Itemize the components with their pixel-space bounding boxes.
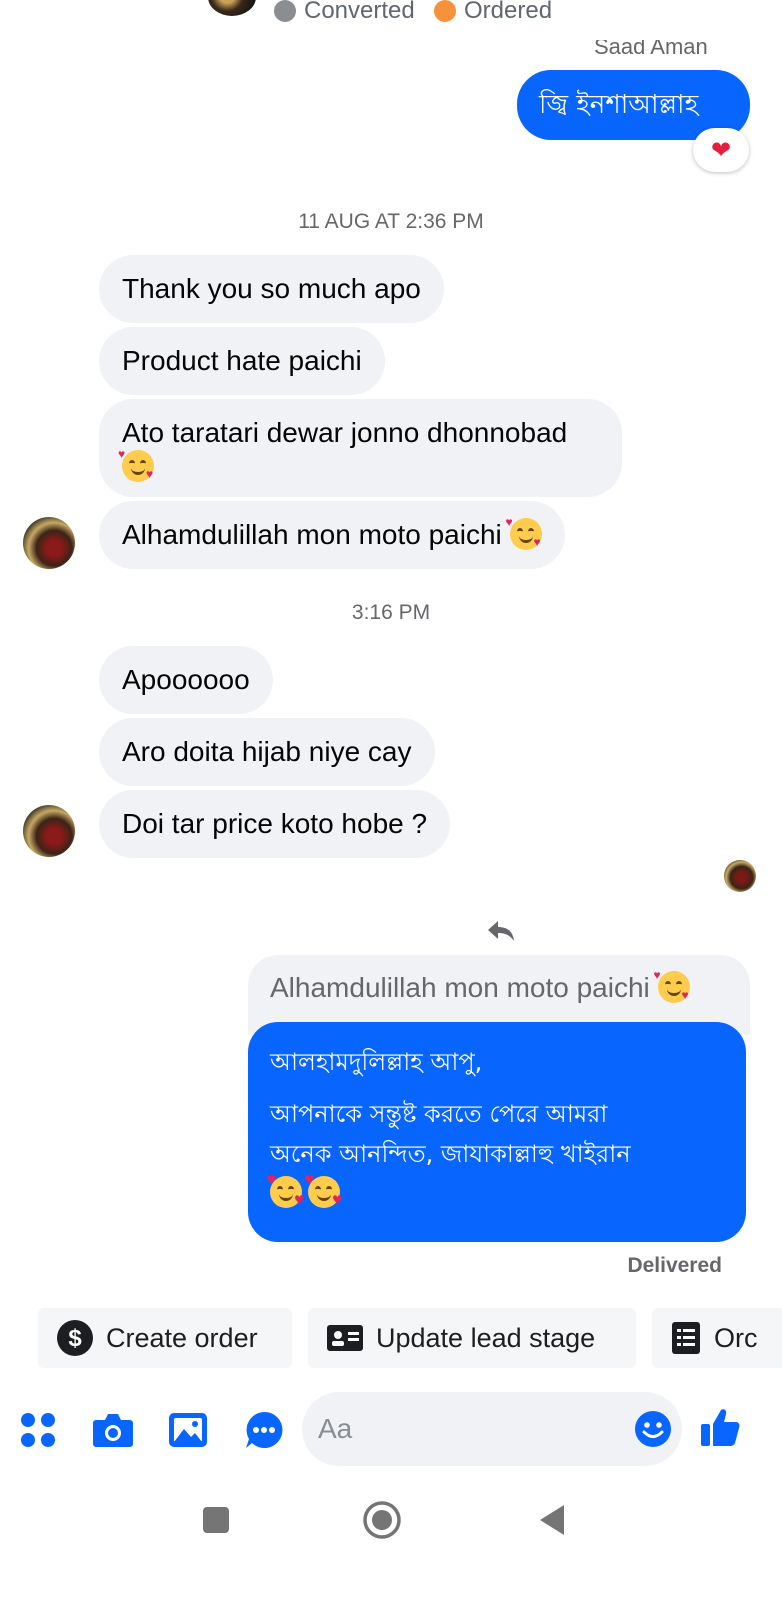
message-incoming[interactable]: Aro doita hijab niye cay: [99, 718, 435, 786]
sender-avatar[interactable]: [23, 517, 75, 569]
smiling-hearts-emoji-icon: ♥ ♥: [653, 968, 690, 1003]
message-outgoing-reply[interactable]: আলহামদুলিল্লাহ আপু, আপনাকে সন্তুষ্ট করতে…: [248, 1022, 746, 1242]
message-incoming[interactable]: Doi tar price koto hobe ?: [99, 790, 451, 858]
message-text: Apoooooo: [122, 664, 250, 695]
update-lead-stage-button[interactable]: Update lead stage: [308, 1308, 636, 1368]
recent-apps-button[interactable]: [196, 1500, 236, 1540]
heart-reaction-icon[interactable]: ❤: [693, 128, 749, 172]
reply-line: আপনাকে সন্তুষ্ট করতে পেরে আমরা: [270, 1100, 608, 1128]
sender-avatar[interactable]: [23, 805, 75, 857]
reply-line: আলহামদুলিল্লাহ আপু,: [270, 1048, 483, 1076]
reaction-glyph: ❤: [710, 136, 732, 164]
smiling-hearts-emoji-icon: ♥ ♥: [266, 1173, 305, 1208]
sender-name-text: Saad Aman: [594, 40, 708, 59]
menu-dots-icon[interactable]: [16, 1408, 60, 1452]
message-text: Thank you so much apo: [122, 273, 421, 304]
message-incoming[interactable]: Product hate paichi: [99, 327, 385, 395]
like-thumbs-up-icon[interactable]: [698, 1405, 742, 1449]
message-text: Ato taratari dewar jonno dhonnobad: [122, 417, 568, 448]
reply-arrow-icon: [488, 921, 514, 941]
emoji-picker-icon[interactable]: [631, 1407, 675, 1451]
svg-text:$: $: [68, 1325, 82, 1352]
smiling-hearts-emoji-icon: ♥ ♥: [505, 515, 542, 550]
reply-line: অনেক আনন্দিত, জাযাকাল্লাহু খাইরান: [270, 1140, 631, 1168]
create-order-button[interactable]: $ Create order: [38, 1308, 292, 1368]
orders-label: Orc: [714, 1322, 758, 1353]
receipt-icon: [670, 1321, 702, 1355]
smiling-hearts-emoji-icon: ♥ ♥: [118, 447, 154, 482]
contact-avatar[interactable]: [208, 0, 256, 16]
message-text: Aro doita hijab niye cay: [122, 736, 412, 767]
home-button[interactable]: [362, 1500, 402, 1540]
message-text: Product hate paichi: [122, 345, 362, 376]
message-input-placeholder: Aa: [318, 1413, 353, 1444]
camera-icon[interactable]: [91, 1408, 135, 1452]
timestamp: 3:16 PM: [351, 601, 431, 624]
orders-button[interactable]: Orc: [652, 1308, 782, 1368]
tag-converted: Converted: [274, 0, 415, 26]
create-order-label: Create order: [106, 1322, 258, 1353]
timestamp: 11 AUG AT 2:36 PM: [298, 210, 484, 233]
tag-ordered-label: Ordered: [464, 0, 553, 24]
delivery-status: Delivered: [627, 1254, 722, 1277]
sender-name-label: Saad Aman: [594, 40, 754, 60]
message-incoming[interactable]: Apoooooo: [99, 646, 273, 714]
message-incoming[interactable]: Alhamdulillah mon moto paichi ♥ ♥: [99, 501, 565, 569]
tag-ordered-dot: [434, 0, 456, 22]
tag-converted-dot: [274, 0, 296, 22]
update-lead-stage-label: Update lead stage: [376, 1322, 596, 1353]
gallery-icon[interactable]: [166, 1408, 210, 1452]
seen-avatar: [724, 860, 756, 892]
back-button[interactable]: [532, 1500, 572, 1540]
contact-card-icon: [326, 1323, 364, 1353]
reply-indicator: [486, 918, 726, 946]
message-text: জ্বি ইনশাআল্লাহ: [539, 90, 699, 120]
quoted-text: Alhamdulillah mon moto paichi: [270, 972, 650, 1003]
message-incoming[interactable]: Thank you so much apo: [99, 255, 444, 323]
smiling-hearts-emoji-icon: ♥ ♥: [304, 1173, 343, 1208]
dollar-icon: $: [56, 1319, 94, 1357]
tag-converted-label: Converted: [304, 0, 415, 24]
message-text: Alhamdulillah mon moto paichi: [122, 519, 502, 550]
message-input[interactable]: Aa: [302, 1392, 682, 1466]
message-text: Doi tar price koto hobe ?: [122, 808, 428, 839]
emoji-pair: ♥ ♥ ♥ ♥: [266, 1173, 724, 1214]
tag-ordered: Ordered: [434, 0, 552, 26]
message-incoming[interactable]: Ato taratari dewar jonno dhonnobad ♥ ♥: [99, 399, 622, 497]
more-options-icon[interactable]: [242, 1408, 286, 1452]
